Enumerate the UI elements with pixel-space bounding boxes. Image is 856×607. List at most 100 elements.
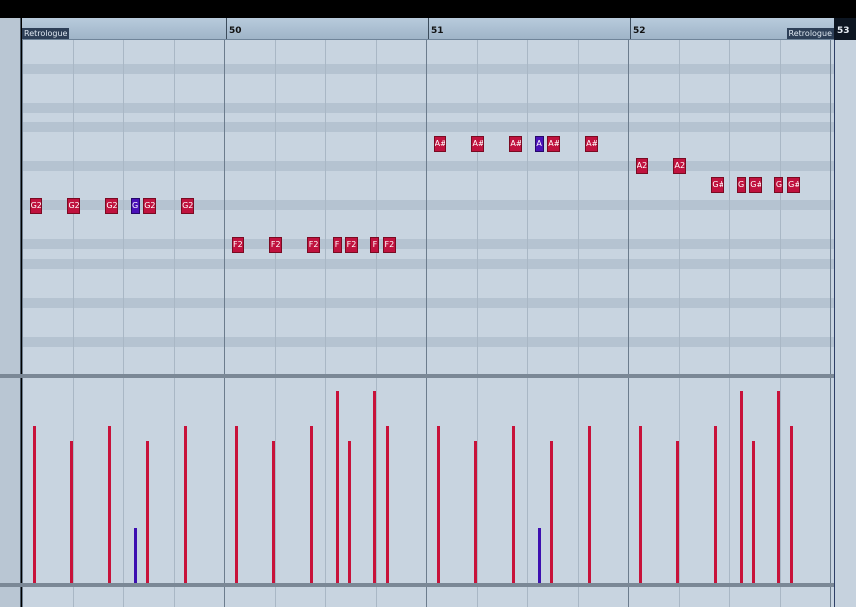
beat-line bbox=[325, 40, 326, 374]
bar-number-51: 51 bbox=[431, 26, 444, 36]
velocity-bar[interactable] bbox=[373, 390, 377, 583]
velocity-bar[interactable] bbox=[676, 441, 680, 583]
beat-line bbox=[274, 587, 276, 607]
key-row-shade bbox=[22, 63, 834, 74]
midi-note[interactable]: G2 bbox=[29, 198, 43, 214]
beat-line bbox=[577, 378, 579, 583]
bar-line bbox=[830, 587, 831, 607]
midi-note[interactable]: A# bbox=[547, 136, 560, 152]
velocity-bar[interactable] bbox=[70, 441, 74, 583]
velocity-bar[interactable] bbox=[386, 425, 390, 583]
midi-note[interactable]: A2 bbox=[673, 158, 687, 174]
beat-line bbox=[375, 587, 377, 607]
midi-key-editor: 50 51 52 Retrologue Retrologue 53 G2 G2 G2… bbox=[0, 0, 856, 607]
beat-line bbox=[729, 587, 730, 607]
velocity-bar[interactable] bbox=[739, 390, 743, 583]
velocity-bar[interactable] bbox=[474, 441, 478, 583]
bar-tick bbox=[630, 18, 631, 39]
beat-line bbox=[577, 587, 579, 607]
midi-note[interactable]: F2 bbox=[383, 237, 396, 253]
beat-line bbox=[476, 40, 478, 374]
velocity-bar[interactable] bbox=[790, 425, 794, 583]
keyboard-strip[interactable] bbox=[0, 18, 21, 607]
velocity-bar[interactable] bbox=[638, 425, 642, 583]
velocity-bar[interactable] bbox=[436, 425, 440, 583]
beat-line bbox=[678, 587, 680, 607]
velocity-bar[interactable] bbox=[108, 425, 112, 583]
bar-line bbox=[224, 587, 225, 607]
midi-note[interactable]: A# bbox=[471, 136, 485, 152]
velocity-bar[interactable] bbox=[512, 425, 516, 583]
beat-line bbox=[577, 40, 579, 374]
velocity-bar[interactable] bbox=[32, 425, 36, 583]
midi-note[interactable]: G bbox=[774, 177, 784, 193]
midi-note[interactable]: G2 bbox=[143, 198, 156, 214]
velocity-bar[interactable] bbox=[310, 425, 314, 583]
velocity-bar[interactable] bbox=[714, 425, 718, 583]
bar-line bbox=[22, 378, 23, 583]
midi-note[interactable]: G# bbox=[749, 177, 762, 193]
bar-line bbox=[628, 587, 629, 607]
bar-tick bbox=[226, 18, 227, 39]
midi-note[interactable]: G bbox=[130, 198, 140, 214]
midi-note[interactable]: F bbox=[370, 237, 380, 253]
midi-note[interactable]: F2 bbox=[269, 237, 283, 253]
key-row-shade bbox=[22, 239, 834, 249]
midi-note[interactable]: A# bbox=[433, 136, 447, 152]
velocity-bar[interactable] bbox=[752, 441, 756, 583]
midi-note[interactable]: A bbox=[534, 136, 544, 152]
bar-number-50: 50 bbox=[229, 26, 242, 36]
beat-line bbox=[729, 378, 730, 583]
left-locator[interactable]: Retrologue bbox=[22, 28, 70, 39]
velocity-bar[interactable] bbox=[777, 390, 781, 583]
controller-lane[interactable] bbox=[22, 587, 834, 607]
key-row-shade bbox=[22, 297, 834, 308]
midi-note[interactable]: G2 bbox=[105, 198, 118, 214]
midi-note[interactable]: G2 bbox=[67, 198, 81, 214]
midi-note[interactable]: F2 bbox=[231, 237, 245, 253]
midi-note[interactable]: A# bbox=[509, 136, 522, 152]
right-scroll-edge[interactable] bbox=[834, 40, 856, 607]
midi-note[interactable]: F2 bbox=[345, 237, 358, 253]
midi-note[interactable]: G# bbox=[787, 177, 800, 193]
midi-note[interactable]: F bbox=[332, 237, 342, 253]
velocity-bar[interactable] bbox=[184, 425, 188, 583]
beat-line bbox=[325, 378, 326, 583]
velocity-bar[interactable] bbox=[272, 441, 276, 583]
velocity-bar[interactable] bbox=[133, 527, 137, 583]
beat-line bbox=[123, 40, 124, 374]
timeline-ruler[interactable]: 50 51 52 Retrologue Retrologue bbox=[22, 18, 834, 40]
midi-note[interactable]: A# bbox=[585, 136, 598, 152]
ruler-end: 53 bbox=[834, 18, 856, 40]
bar-line bbox=[830, 378, 831, 583]
bar-line bbox=[426, 40, 427, 374]
beat-line bbox=[72, 587, 74, 607]
velocity-bar[interactable] bbox=[335, 390, 339, 583]
key-row-shade bbox=[22, 161, 834, 171]
beat-line bbox=[678, 40, 680, 374]
velocity-bar[interactable] bbox=[234, 425, 238, 583]
beat-line bbox=[527, 40, 528, 374]
velocity-bar[interactable] bbox=[348, 441, 352, 583]
beat-line bbox=[779, 587, 781, 607]
right-locator[interactable]: Retrologue bbox=[786, 28, 834, 39]
note-grid[interactable]: G2 G2 G2 G G2 G2 F2 F2 F2 F F2 F F2 A# A# A# A A# A# A2 A2 G#… bbox=[22, 40, 834, 374]
midi-note[interactable]: G2 bbox=[181, 198, 194, 214]
midi-note[interactable]: G bbox=[736, 177, 746, 193]
midi-note[interactable]: F2 bbox=[307, 237, 320, 253]
beat-line bbox=[527, 587, 528, 607]
midi-note[interactable]: A2 bbox=[635, 158, 649, 174]
key-row-shade bbox=[22, 258, 834, 269]
beat-line bbox=[173, 40, 175, 374]
bar-line bbox=[628, 40, 629, 374]
velocity-bar[interactable] bbox=[550, 441, 554, 583]
beat-line bbox=[779, 40, 781, 374]
velocity-bar[interactable] bbox=[537, 527, 541, 583]
velocity-bar[interactable] bbox=[146, 441, 150, 583]
beat-line bbox=[476, 587, 478, 607]
velocity-bar[interactable] bbox=[588, 425, 592, 583]
velocity-lane[interactable] bbox=[22, 378, 834, 583]
beat-line bbox=[325, 587, 326, 607]
midi-note[interactable]: G# bbox=[711, 177, 724, 193]
beat-line bbox=[173, 587, 175, 607]
